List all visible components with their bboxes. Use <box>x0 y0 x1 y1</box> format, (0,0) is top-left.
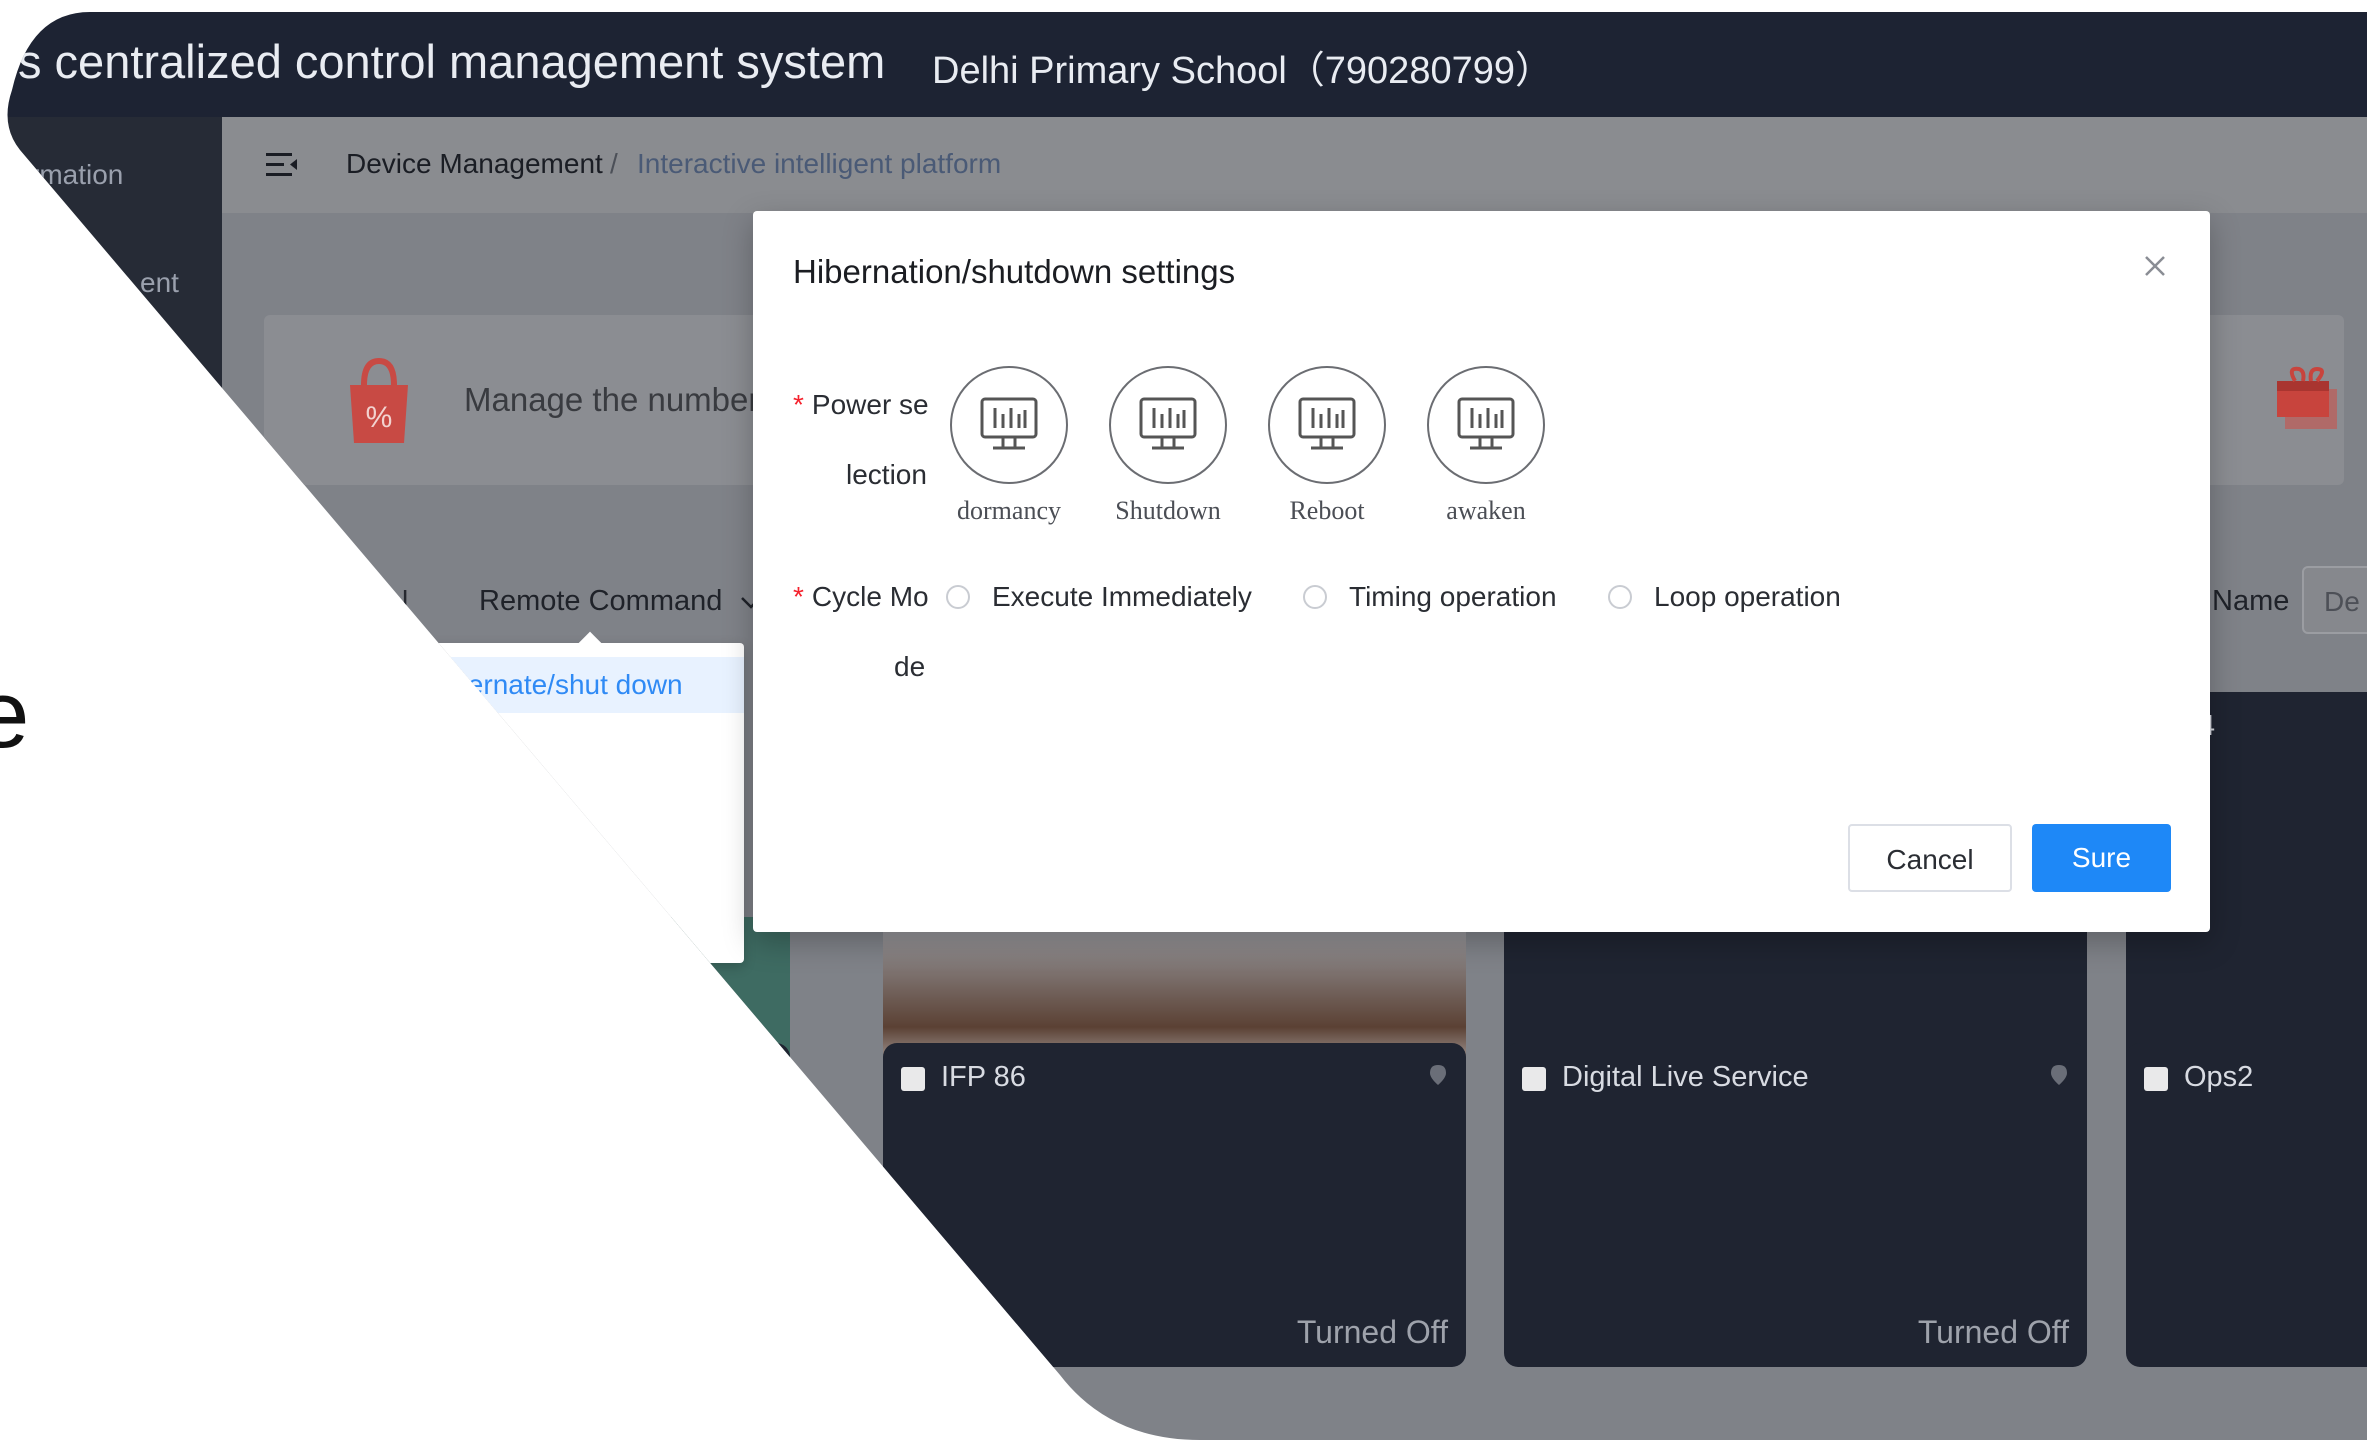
banner-text: Manage the number o <box>464 381 787 418</box>
required-mark: * <box>793 389 804 420</box>
power-option-label: Shutdown <box>1115 496 1221 525</box>
svg-text:%: % <box>366 401 393 434</box>
discount-bag-icon: % <box>344 355 414 445</box>
cycle-option-execute-immediately[interactable]: Execute Immediately <box>946 581 1252 613</box>
power-selection-label: * Power se <box>793 389 929 420</box>
breadcrumb-current: Interactive intelligent platform <box>637 148 1002 179</box>
device-card-title: IFP 86 <box>941 1061 1026 1093</box>
monitor-icon <box>1297 396 1357 454</box>
device-card-hidden[interactable] <box>440 1043 790 1367</box>
menu-item-settings[interactable]: ings <box>422 831 744 887</box>
sidebar-item-information[interactable]: rmation <box>30 159 123 191</box>
device-checkbox[interactable] <box>1522 1067 1546 1091</box>
background-text-line1: e <box>0 661 30 768</box>
menu-item-hibernate[interactable]: ibernate/shut down <box>422 657 744 713</box>
device-card-title: Ops2 <box>2184 1061 2254 1093</box>
power-option-label: Reboot <box>1289 496 1365 525</box>
breadcrumb: Device Management / Interactive intellig… <box>222 117 2367 213</box>
power-option-shutdown[interactable]: Shutdown <box>1106 366 1230 526</box>
power-selection-label-cont: lection <box>846 459 927 490</box>
radio-button[interactable] <box>1303 585 1327 609</box>
power-option-label: awaken <box>1446 496 1526 525</box>
power-option-reboot[interactable]: Reboot <box>1265 366 1389 526</box>
device-checkbox[interactable] <box>901 1067 925 1091</box>
required-mark: * <box>793 581 804 612</box>
sure-button[interactable]: Sure <box>2032 824 2171 892</box>
close-icon[interactable] <box>2140 251 2170 281</box>
radio-button[interactable] <box>946 585 970 609</box>
power-option-dormancy[interactable]: dormancy <box>947 366 1071 526</box>
device-status: Turned Off <box>1917 1314 2069 1350</box>
cycle-mode-label: * Cycle Mo <box>793 581 929 612</box>
device-card-title: Digital Live Service <box>1562 1061 1809 1093</box>
device-card-ifp86[interactable]: IFP 86 Turned Off <box>883 1043 1466 1367</box>
menu-item-3[interactable]: l <box>422 773 744 829</box>
device-status: Turned Off <box>1296 1314 1448 1350</box>
breadcrumb-separator: / <box>610 148 618 179</box>
top-bar: s centralized control management system … <box>0 12 2367 117</box>
device-checkbox[interactable] <box>2144 1067 2168 1091</box>
menu-item-lock[interactable]: n lock <box>422 715 744 771</box>
power-option-awaken[interactable]: awaken <box>1424 366 1548 526</box>
sidebar: rmation ent <box>0 117 222 1440</box>
name-search-input[interactable]: De <box>2302 566 2367 634</box>
cancel-button[interactable]: Cancel <box>1848 824 2012 892</box>
device-card-ops2[interactable]: Ops2 <box>2126 1043 2367 1367</box>
remote-command-menu: ibernate/shut down n lock l ings <box>422 643 744 963</box>
screenshot-stage: s centralized control management system … <box>0 0 2367 1440</box>
system-title: s centralized control management system <box>18 35 886 88</box>
monitor-icon <box>1138 396 1198 454</box>
power-option-label: dormancy <box>957 496 1061 525</box>
toolbar-fragment[interactable]: l <box>402 585 408 617</box>
cycle-option-timing[interactable]: Timing operation <box>1303 581 1557 613</box>
cycle-option-loop[interactable]: Loop operation <box>1608 581 1841 613</box>
monitor-icon <box>1456 396 1516 454</box>
device-card-digital-live[interactable]: Digital Live Service Turned Off <box>1504 1043 2087 1367</box>
sidebar-item-management[interactable]: ent <box>140 267 179 299</box>
cycle-mode-label-cont: de <box>894 651 926 682</box>
menu-fold-icon[interactable] <box>266 151 298 179</box>
remote-command-dropdown[interactable]: Remote Command <box>479 585 762 618</box>
gift-icon <box>2277 365 2341 431</box>
remote-command-label: Remote Command <box>479 585 723 617</box>
name-label: Name <box>2212 585 2290 617</box>
breadcrumb-device-management[interactable]: Device Management <box>346 148 603 180</box>
monitor-icon <box>979 396 1039 454</box>
dialog-title: Hibernation/shutdown settings <box>793 253 1236 290</box>
location-pin-icon <box>1430 1065 1446 1085</box>
radio-button[interactable] <box>1608 585 1632 609</box>
hibernation-shutdown-dialog: Hibernation/shutdown settings * Power se … <box>753 211 2210 932</box>
location-pin-icon <box>2051 1065 2067 1085</box>
school-name: Delhi Primary School（790280799） <box>932 50 1553 92</box>
